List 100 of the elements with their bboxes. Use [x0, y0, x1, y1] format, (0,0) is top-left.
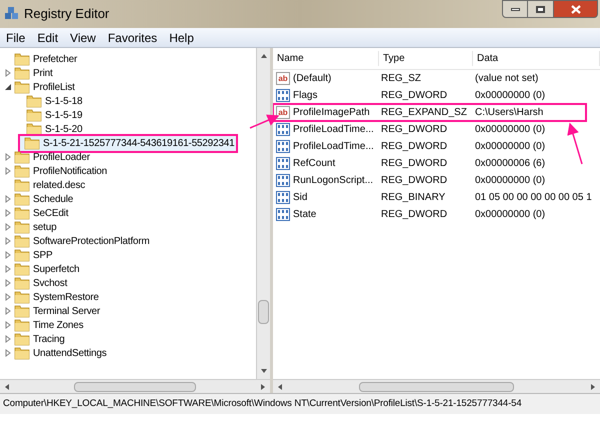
scrollbar-thumb[interactable]: [74, 382, 196, 392]
value-row[interactable]: Flags REG_DWORD 0x00000000 (0): [273, 87, 600, 104]
folder-icon: [14, 66, 30, 80]
close-button[interactable]: [554, 0, 598, 18]
collapsed-arrow-icon[interactable]: [4, 69, 12, 77]
folder-icon: [14, 164, 30, 178]
folder-icon: [14, 220, 30, 234]
tree-item[interactable]: Tracing: [14, 332, 67, 346]
scroll-up-icon[interactable]: [260, 52, 268, 60]
string-value-icon: ab: [276, 106, 290, 119]
value-data: 0x00000000 (0): [474, 140, 546, 154]
menu-item[interactable]: File: [0, 28, 32, 46]
collapsed-arrow-icon[interactable]: [4, 167, 12, 175]
value-name: Flags: [293, 89, 318, 103]
tree-item[interactable]: SPP: [14, 248, 54, 262]
scroll-down-icon[interactable]: [260, 367, 268, 375]
collapsed-arrow-icon[interactable]: [4, 237, 12, 245]
value-data: 01 05 00 00 00 00 00 05 1: [474, 191, 593, 205]
column-header[interactable]: Type: [379, 51, 473, 66]
folder-icon: [26, 122, 42, 136]
value-row[interactable]: ab (Default) REG_SZ (value not set): [273, 70, 600, 87]
tree-item[interactable]: Time Zones: [14, 318, 86, 332]
annotation-arrow: [250, 114, 280, 129]
tree-item[interactable]: ProfileList: [14, 80, 77, 94]
folder-icon: [14, 52, 30, 66]
collapsed-arrow-icon[interactable]: [4, 307, 12, 315]
close-icon: [570, 4, 580, 14]
collapsed-arrow-icon[interactable]: [4, 279, 12, 287]
tree-item[interactable]: UnattendSettings: [14, 346, 109, 360]
folder-icon: [14, 332, 30, 346]
value-name: RunLogonScript...: [293, 174, 374, 188]
scroll-left-icon[interactable]: [276, 382, 284, 390]
value-name: ProfileImagePath: [293, 106, 370, 120]
menu-item[interactable]: View: [64, 28, 102, 46]
horizontal-scrollbar[interactable]: [273, 379, 600, 393]
minimize-button[interactable]: [502, 0, 528, 18]
tree-item[interactable]: Schedule: [14, 192, 76, 206]
collapsed-arrow-icon[interactable]: [4, 251, 12, 259]
collapsed-arrow-icon[interactable]: [4, 223, 12, 231]
scroll-right-icon[interactable]: [259, 382, 267, 390]
maximize-button[interactable]: [528, 0, 554, 18]
scrollbar-thumb[interactable]: [258, 300, 269, 324]
column-header[interactable]: Name: [273, 51, 379, 66]
tree-item[interactable]: S-1-5-18: [26, 94, 84, 108]
tree-item[interactable]: Svchost: [14, 276, 70, 290]
tree-item[interactable]: related.desc: [14, 178, 88, 192]
menu-item[interactable]: Edit: [31, 28, 64, 46]
value-data: 0x00000000 (0): [474, 123, 546, 137]
value-row[interactable]: ProfileLoadTime... REG_DWORD 0x00000000 (0): [273, 121, 600, 138]
folder-icon: [24, 136, 40, 150]
tree-item[interactable]: S-1-5-21-1525777344-543619161-55292341: [18, 134, 238, 152]
folder-icon: [14, 248, 30, 262]
collapsed-arrow-icon[interactable]: [4, 195, 12, 203]
tree-item[interactable]: S-1-5-19: [26, 108, 84, 122]
value-row[interactable]: Sid REG_BINARY 01 05 00 00 00 00 00 05 1: [273, 189, 600, 206]
scroll-left-icon[interactable]: [3, 382, 11, 390]
folder-icon: [14, 80, 30, 94]
value-row[interactable]: State REG_DWORD 0x00000000 (0): [273, 206, 600, 223]
value-data: (value not set): [474, 72, 540, 86]
horizontal-scrollbar[interactable]: [0, 379, 270, 393]
tree-item[interactable]: Terminal Server: [14, 304, 102, 318]
value-data: 0x00000000 (0): [474, 89, 546, 103]
value-name: ProfileLoadTime...: [293, 140, 374, 154]
highlighted-value-row[interactable]: ab ProfileImagePath REG_EXPAND_SZ C:\Users\Harsh: [273, 104, 586, 121]
value-type: REG_DWORD: [380, 89, 448, 103]
collapsed-arrow-icon[interactable]: [4, 265, 12, 273]
value-row[interactable]: RunLogonScript... REG_DWORD 0x00000000 (0): [273, 172, 600, 189]
tree-item[interactable]: ProfileNotification: [14, 164, 110, 178]
vertical-scrollbar[interactable]: [256, 48, 270, 379]
string-value-icon: ab: [276, 72, 290, 85]
annotation-arrow: [567, 122, 583, 164]
binary-value-icon: [276, 208, 290, 221]
collapsed-arrow-icon[interactable]: [4, 293, 12, 301]
value-row[interactable]: ProfileLoadTime... REG_DWORD 0x00000000 (0): [273, 138, 600, 155]
value-type: REG_DWORD: [380, 208, 448, 222]
tree-item[interactable]: Superfetch: [14, 262, 82, 276]
tree-item[interactable]: ProfileLoader: [14, 150, 92, 164]
binary-value-icon: [276, 140, 290, 153]
tree-item[interactable]: SeCEdit: [14, 206, 70, 220]
folder-icon: [14, 178, 30, 192]
collapsed-arrow-icon[interactable]: [4, 153, 12, 161]
value-type: REG_DWORD: [380, 123, 448, 137]
value-row[interactable]: RefCount REG_DWORD 0x00000006 (6): [273, 155, 600, 172]
tree-item[interactable]: Prefetcher: [14, 52, 80, 66]
tree-item[interactable]: Print: [14, 66, 55, 80]
collapsed-arrow-icon[interactable]: [4, 335, 12, 343]
collapsed-arrow-icon[interactable]: [4, 209, 12, 217]
menu-item[interactable]: Help: [163, 28, 200, 46]
scroll-right-icon[interactable]: [589, 382, 597, 390]
scrollbar-thumb[interactable]: [358, 382, 514, 392]
collapsed-arrow-icon[interactable]: [4, 321, 12, 329]
menu-item[interactable]: Favorites: [102, 28, 164, 46]
window-title: Registry Editor: [24, 5, 110, 24]
column-header[interactable]: Data: [473, 51, 600, 66]
tree-item[interactable]: SystemRestore: [14, 290, 101, 304]
value-type: REG_DWORD: [380, 174, 448, 188]
collapsed-arrow-icon[interactable]: [4, 349, 12, 357]
expanded-arrow-icon[interactable]: [4, 83, 12, 91]
tree-item[interactable]: setup: [14, 220, 58, 234]
tree-item[interactable]: SoftwareProtectionPlatform: [14, 234, 152, 248]
